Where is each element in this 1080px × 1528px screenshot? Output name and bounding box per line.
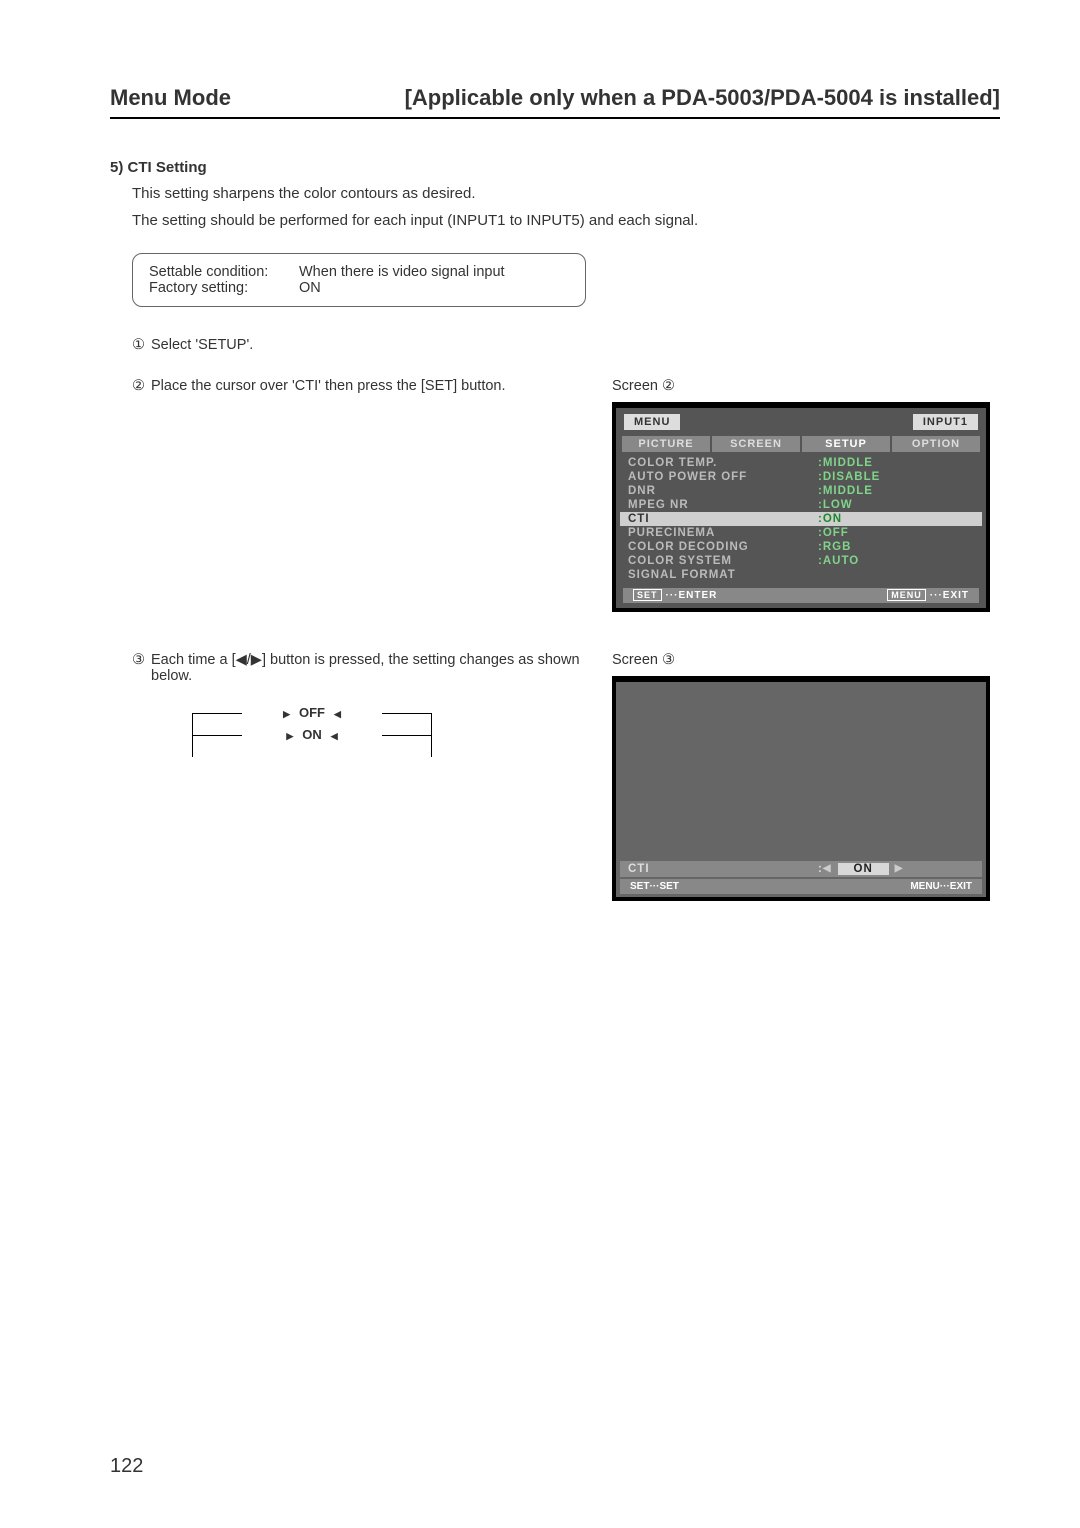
section-desc-1: This setting sharpens the color contours… [132,182,1000,205]
section-number: 5) [110,159,123,176]
osd3-foot-right-text: ···EXIT [940,881,972,892]
osd-row: COLOR DECODING:RGB [628,540,974,554]
arrow-right-icon: ▶ [895,863,904,874]
osd-row-value: :OFF [818,527,849,539]
osd3-footer: SET···SET MENU···EXIT [620,879,982,894]
osd-row-key: CTI [628,513,818,525]
osd-foot-left: SET ···ENTER [633,590,717,601]
osd-tab-screen: SCREEN [712,436,802,452]
osd-foot-right-text: ···EXIT [930,590,969,601]
osd-row: CTI:ON [620,512,982,526]
osd-row-value: :MIDDLE [818,457,873,469]
step-3-num: ③ [132,652,145,668]
page-number: 122 [110,1455,143,1478]
osd3-foot-left: SET···SET [630,881,679,892]
osd-tab-option: OPTION [892,436,980,452]
osd-row-key: COLOR TEMP. [628,457,818,469]
step-3-text: Each time a [◀/▶] button is pressed, the… [151,652,612,684]
osd3-foot-right: MENU···EXIT [910,881,972,892]
step-2: ② Place the cursor over 'CTI' then press… [132,378,612,394]
arrow-left-icon [331,705,344,720]
osd-row-key: DNR [628,485,818,497]
section-desc-2: The setting should be performed for each… [132,209,1000,232]
step-2-text: Place the cursor over 'CTI' then press t… [151,378,506,394]
osd-row-key: AUTO POWER OFF [628,471,818,483]
osd-row: COLOR SYSTEM:AUTO [628,554,974,568]
osd-screen-3: CTI : ◀ ON ▶ SET···SET MENU···EXIT [612,676,990,901]
osd-input-chip: INPUT1 [913,414,978,430]
osd-row-value: :DISABLE [818,471,880,483]
arrow-right-icon [280,705,293,720]
toggle-diagram: OFF ON [192,702,432,746]
osd-menu-chip: MENU [624,414,680,430]
step-1: ① Select 'SETUP'. [132,337,1000,353]
screen-2-label: Screen ② [612,378,1000,394]
osd-row: AUTO POWER OFF:DISABLE [628,470,974,484]
diagram-line [192,735,242,736]
step-3: ③ Each time a [◀/▶] button is pressed, t… [132,652,612,684]
osd-row: DNR:MIDDLE [628,484,974,498]
osd-row-value: :MIDDLE [818,485,873,497]
osd-row: MPEG NR:LOW [628,498,974,512]
osd-row-value: :ON [818,513,842,525]
arrow-left-icon [328,727,341,742]
osd-tab-picture: PICTURE [622,436,712,452]
toggle-off: OFF [293,705,331,720]
cond-value-2: ON [299,280,321,296]
osd-row-key: COLOR SYSTEM [628,555,818,567]
header-left: Menu Mode [110,85,231,111]
arrow-right-icon [283,727,296,742]
osd-rows: COLOR TEMP.:MIDDLEAUTO POWER OFF:DISABLE… [620,454,982,584]
cond-label-2: Factory setting: [149,280,299,296]
osd-tabs: PICTURE SCREEN SETUP OPTION [620,436,982,452]
osd-row: PURECINEMA:OFF [628,526,974,540]
osd-foot-left-text: ···ENTER [666,590,718,601]
step-1-num: ① [132,337,145,353]
page-header: Menu Mode [Applicable only when a PDA-50… [110,85,1000,119]
osd-row-key: MPEG NR [628,499,818,511]
osd-row-key: SIGNAL FORMAT [628,569,818,581]
osd-footer: SET ···ENTER MENU ···EXIT [623,588,979,603]
osd-row-key: PURECINEMA [628,527,818,539]
osd-row: COLOR TEMP.:MIDDLE [628,456,974,470]
condition-box: Settable condition: When there is video … [132,253,586,307]
osd-row-key: COLOR DECODING [628,541,818,553]
section-title: CTI Setting [128,159,207,176]
osd-row: SIGNAL FORMAT [628,568,974,582]
diagram-line [192,713,242,714]
toggle-on: ON [296,727,328,742]
step-1-text: Select 'SETUP'. [151,337,253,353]
osd-row-value: :AUTO [818,555,859,567]
set-key-icon: SET [630,881,649,892]
menu-key-icon: MENU [887,589,926,601]
diagram-line [382,713,432,714]
step-2-num: ② [132,378,145,394]
set-key-icon: SET [633,589,662,601]
arrow-left-icon: ◀ [823,863,832,874]
osd-screen-2: MENU INPUT1 PICTURE SCREEN SETUP OPTION … [612,402,990,612]
section-heading: 5) CTI Setting [110,159,1000,176]
cond-value-1: When there is video signal input [299,264,505,280]
osd3-row-label: CTI [628,863,818,875]
cond-label-1: Settable condition: [149,264,299,280]
osd3-value: ON [838,863,889,875]
osd-row-value: :RGB [818,541,851,553]
osd3-foot-left-text: ···SET [649,881,678,892]
header-right: [Applicable only when a PDA-5003/PDA-500… [405,85,1000,111]
diagram-line [382,735,432,736]
osd-row-value: :LOW [818,499,853,511]
osd3-row: CTI : ◀ ON ▶ [620,861,982,877]
osd-tab-setup: SETUP [802,436,892,452]
menu-key-icon: MENU [910,881,939,892]
osd-foot-right: MENU ···EXIT [887,590,969,601]
screen-3-label: Screen ③ [612,652,1000,668]
